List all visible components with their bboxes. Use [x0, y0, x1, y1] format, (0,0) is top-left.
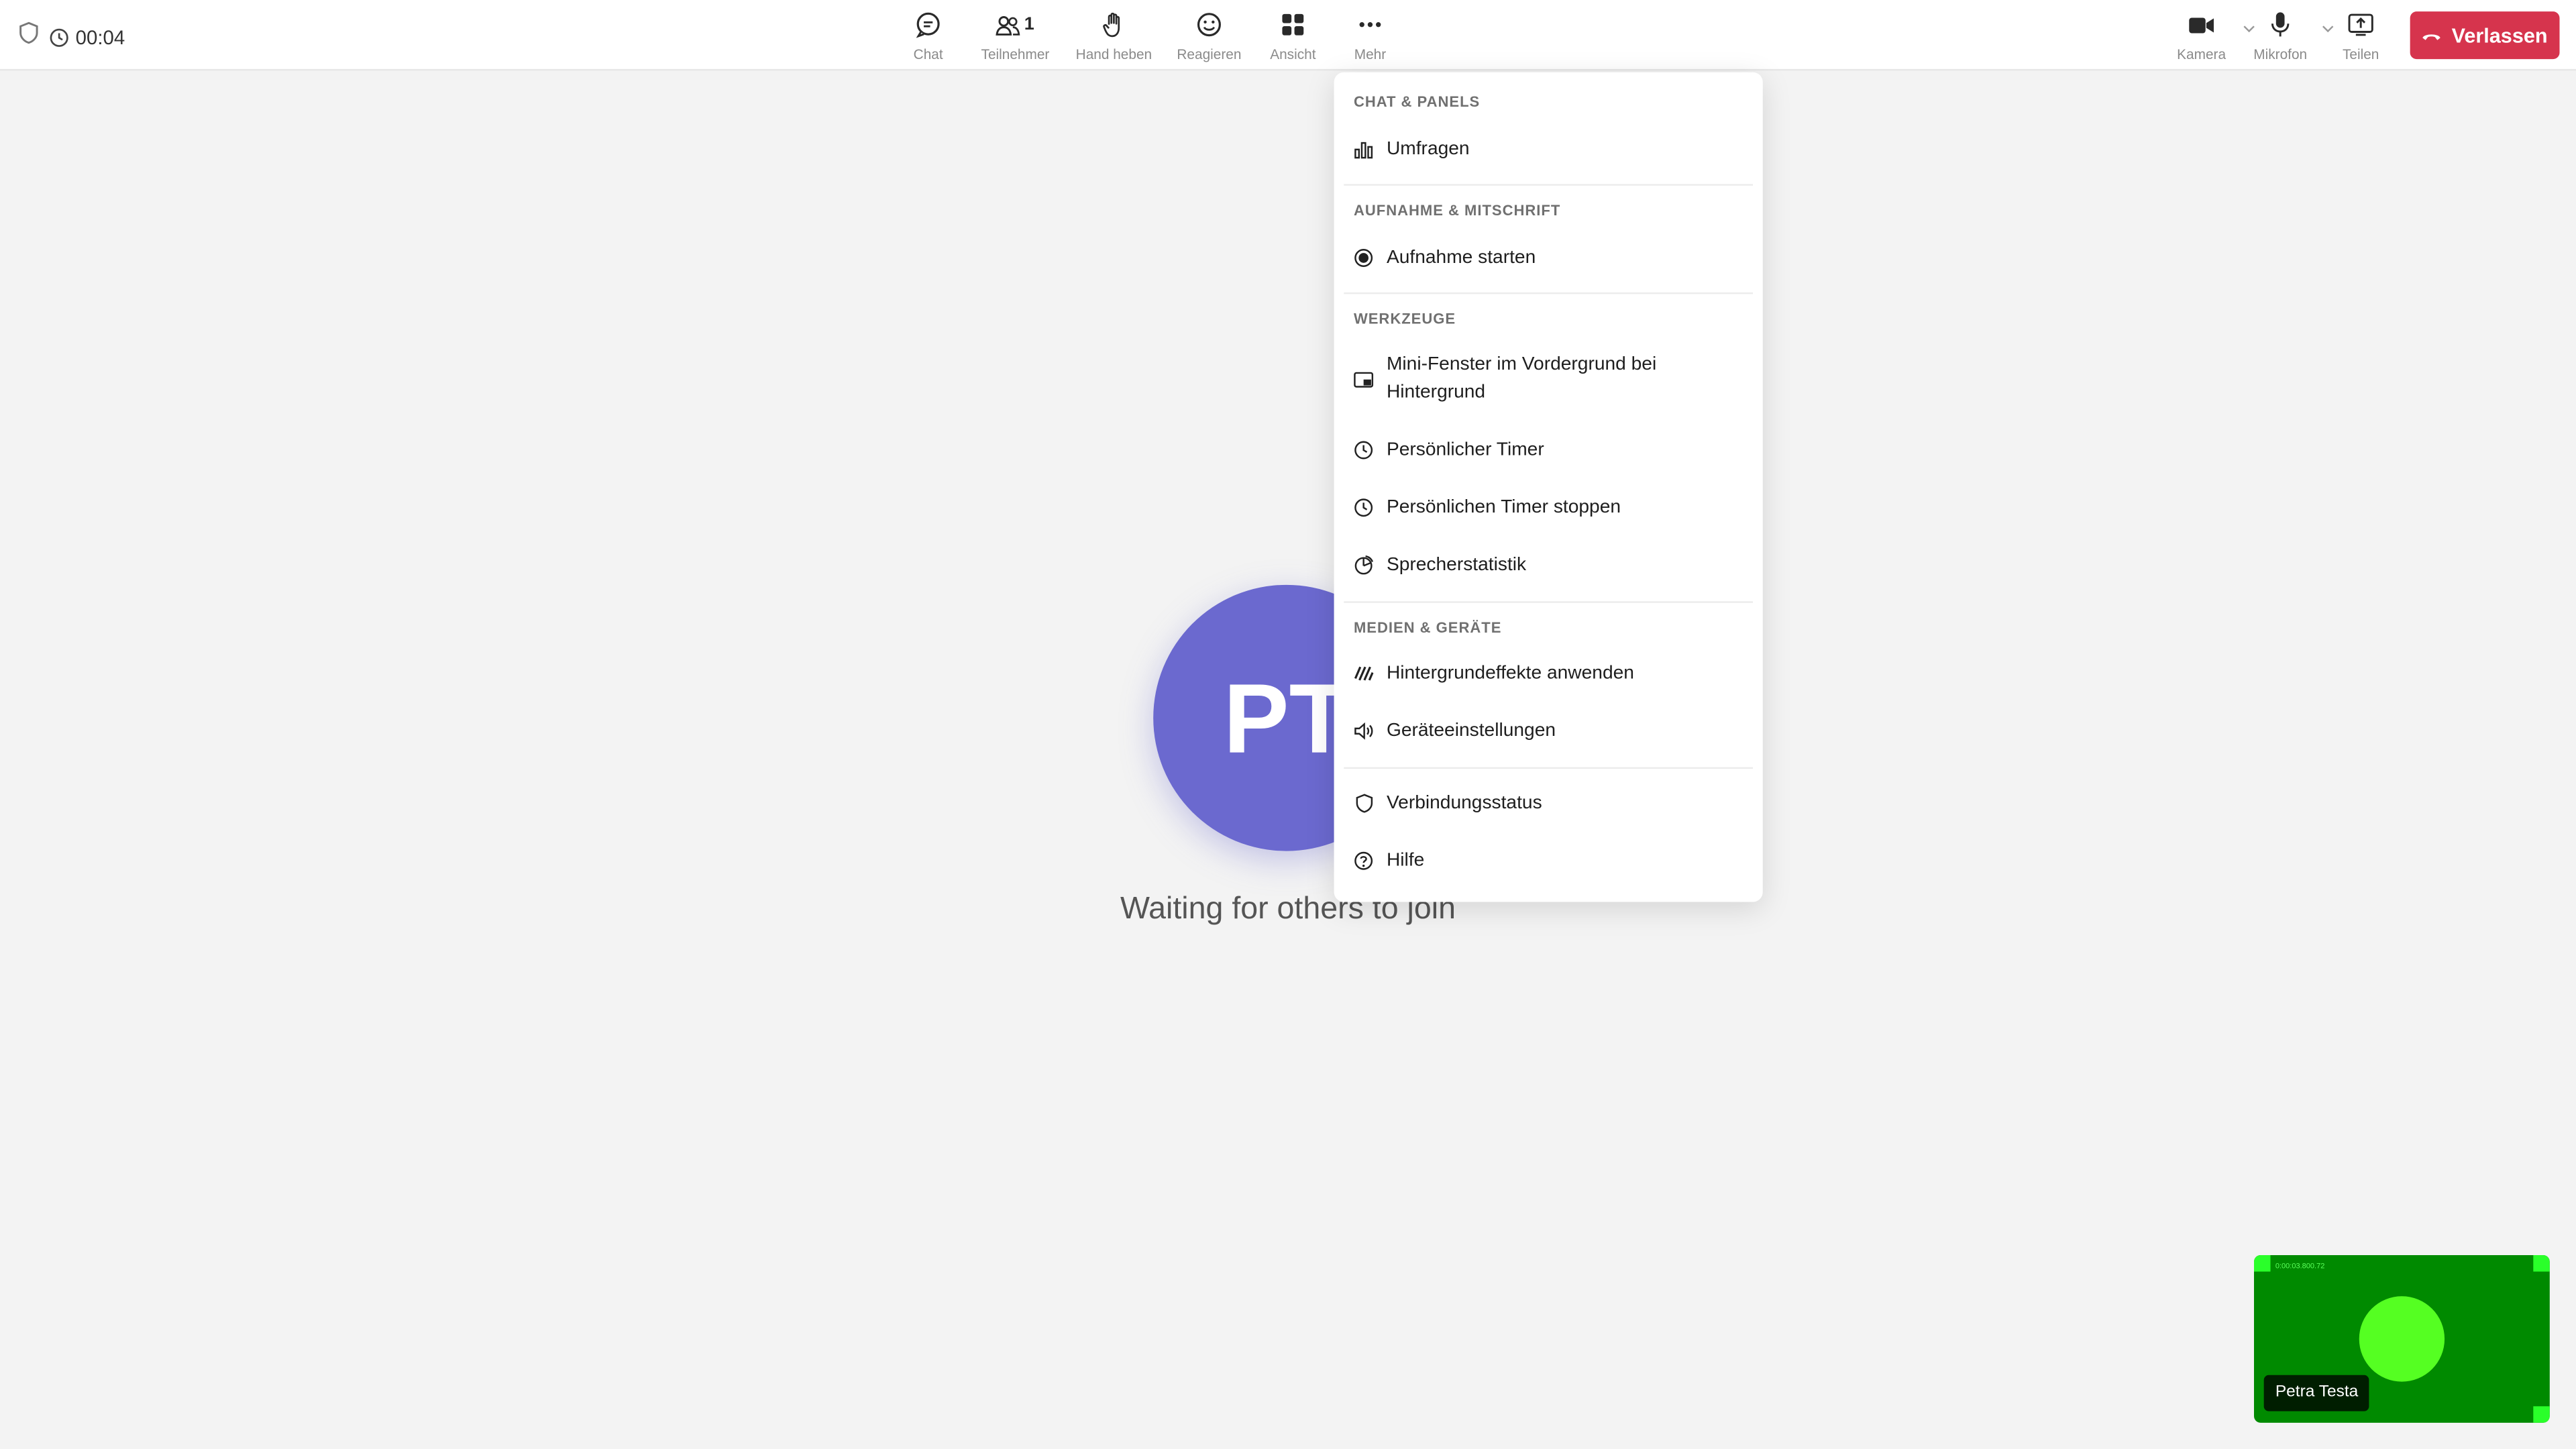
- speaker-icon: [1354, 722, 1373, 740]
- participants-button[interactable]: 1 Teilnehmer: [966, 8, 1065, 62]
- clock-icon: [1354, 441, 1373, 460]
- background-effects-icon: [1354, 666, 1374, 681]
- shield-icon[interactable]: [18, 21, 40, 53]
- camera-button-label: Kamera: [2177, 46, 2226, 63]
- grid-icon: [1282, 13, 1304, 36]
- pie-chart-icon: [1354, 555, 1374, 575]
- clock-icon: [50, 28, 68, 46]
- shield-icon: [1355, 794, 1372, 813]
- raise-hand-button-label: Hand heben: [1075, 46, 1152, 63]
- hang-up-icon: [2422, 34, 2441, 40]
- menu-divider: [1344, 767, 1754, 769]
- raise-hand-button[interactable]: Hand heben: [1065, 8, 1163, 62]
- menu-item-stop-personal-timer[interactable]: Persönlichen Timer stoppen: [1344, 491, 1753, 524]
- microphone-button-label: Mikrofon: [2253, 46, 2308, 63]
- video-camera-icon: [2189, 17, 2214, 33]
- menu-section-header-chat-panels: CHAT & PANELS: [1353, 93, 1481, 111]
- chart-icon: [1354, 142, 1373, 159]
- menu-item-background-effects[interactable]: Hintergrundeffekte anwenden: [1344, 657, 1753, 690]
- share-button-label: Teilen: [2342, 46, 2379, 63]
- meeting-app: 00:04 Chat 1 Teilnehmer Hand heben Reagi…: [0, 0, 2576, 1449]
- people-icon: [996, 15, 1021, 35]
- menu-item-speaker-stats[interactable]: Sprecherstatistik: [1344, 549, 1753, 582]
- menu-item-polls[interactable]: Umfragen: [1344, 133, 1753, 166]
- menu-item-label: Umfragen: [1386, 138, 1470, 159]
- test-pattern-circle: [2359, 1296, 2445, 1382]
- meeting-status: 00:04: [18, 21, 125, 53]
- menu-divider: [1344, 292, 1754, 294]
- more-menu: CHAT & PANELS Umfragen AUFNAHME & MITSCH…: [1334, 72, 1763, 902]
- participants-button-label: Teilnehmer: [981, 46, 1050, 63]
- menu-item-help[interactable]: Hilfe: [1344, 845, 1753, 877]
- share-button[interactable]: Teilen: [2312, 8, 2410, 62]
- menu-item-label: Hintergrundeffekte anwenden: [1386, 663, 1634, 683]
- elapsed-time: 00:04: [75, 25, 125, 49]
- meeting-timer: 00:04: [49, 25, 125, 48]
- menu-item-label: Geräteeinstellungen: [1386, 720, 1556, 741]
- picture-in-picture-icon: [1354, 371, 1374, 387]
- menu-item-connection-status[interactable]: Verbindungsstatus: [1344, 787, 1753, 820]
- more-button[interactable]: Mehr: [1321, 8, 1419, 62]
- more-button-label: Mehr: [1354, 46, 1387, 63]
- help-icon: [1354, 851, 1373, 870]
- share-screen-icon: [2348, 13, 2373, 36]
- menu-item-start-recording[interactable]: Aufnahme starten: [1344, 241, 1753, 274]
- video-corner-marker: [2254, 1255, 2271, 1272]
- chat-bubble-icon: [916, 12, 940, 38]
- video-timecode: 0:00:03.800.72: [2275, 1261, 2325, 1271]
- menu-item-label: Hilfe: [1386, 850, 1425, 870]
- menu-divider: [1344, 601, 1754, 603]
- menu-section-header-tools: WERKZEUGE: [1353, 310, 1456, 327]
- menu-divider: [1344, 184, 1754, 186]
- smiley-icon: [1197, 13, 1221, 37]
- menu-item-label: Persönlichen Timer stoppen: [1386, 496, 1621, 517]
- participant-count: 1: [1024, 15, 1034, 35]
- clock-icon: [1354, 498, 1373, 517]
- video-corner-marker: [2533, 1406, 2550, 1423]
- menu-item-mini-window[interactable]: Mini-Fenster im Vordergrund bei Hintergr…: [1344, 350, 1753, 409]
- view-button-label: Ansicht: [1270, 46, 1316, 63]
- microphone-icon: [2271, 12, 2290, 37]
- record-icon: [1354, 249, 1373, 267]
- menu-item-label: Sprecherstatistik: [1386, 554, 1527, 574]
- menu-item-personal-timer[interactable]: Persönlicher Timer: [1344, 434, 1753, 467]
- chat-button[interactable]: Chat: [879, 8, 977, 62]
- leave-button-label: Verlassen: [2451, 23, 2548, 47]
- react-button-label: Reagieren: [1177, 46, 1242, 63]
- menu-item-label: Persönlicher Timer: [1386, 439, 1544, 460]
- menu-item-label: Verbindungsstatus: [1386, 792, 1542, 813]
- self-view-tile[interactable]: 0:00:03.800.72 Petra Testa: [2254, 1255, 2550, 1423]
- menu-section-header-recording: AUFNAHME & MITSCHRIFT: [1353, 202, 1561, 219]
- menu-section-header-media-devices: MEDIEN & GERÄTE: [1353, 619, 1502, 636]
- avatar-initials: PT: [1223, 663, 1350, 773]
- video-corner-marker: [2533, 1255, 2550, 1272]
- participant-name-label: Petra Testa: [2263, 1375, 2370, 1411]
- menu-item-label: Mini-Fenster im Vordergrund bei Hintergr…: [1386, 354, 1657, 402]
- leave-button[interactable]: Verlassen: [2410, 11, 2560, 60]
- menu-item-label: Aufnahme starten: [1386, 247, 1536, 267]
- menu-item-device-settings[interactable]: Geräteeinstellungen: [1344, 714, 1753, 747]
- chat-button-label: Chat: [913, 46, 943, 63]
- top-toolbar: 00:04 Chat 1 Teilnehmer Hand heben Reagi…: [0, 0, 2576, 71]
- more-dots-icon: [1359, 22, 1381, 28]
- hand-icon: [1103, 12, 1120, 38]
